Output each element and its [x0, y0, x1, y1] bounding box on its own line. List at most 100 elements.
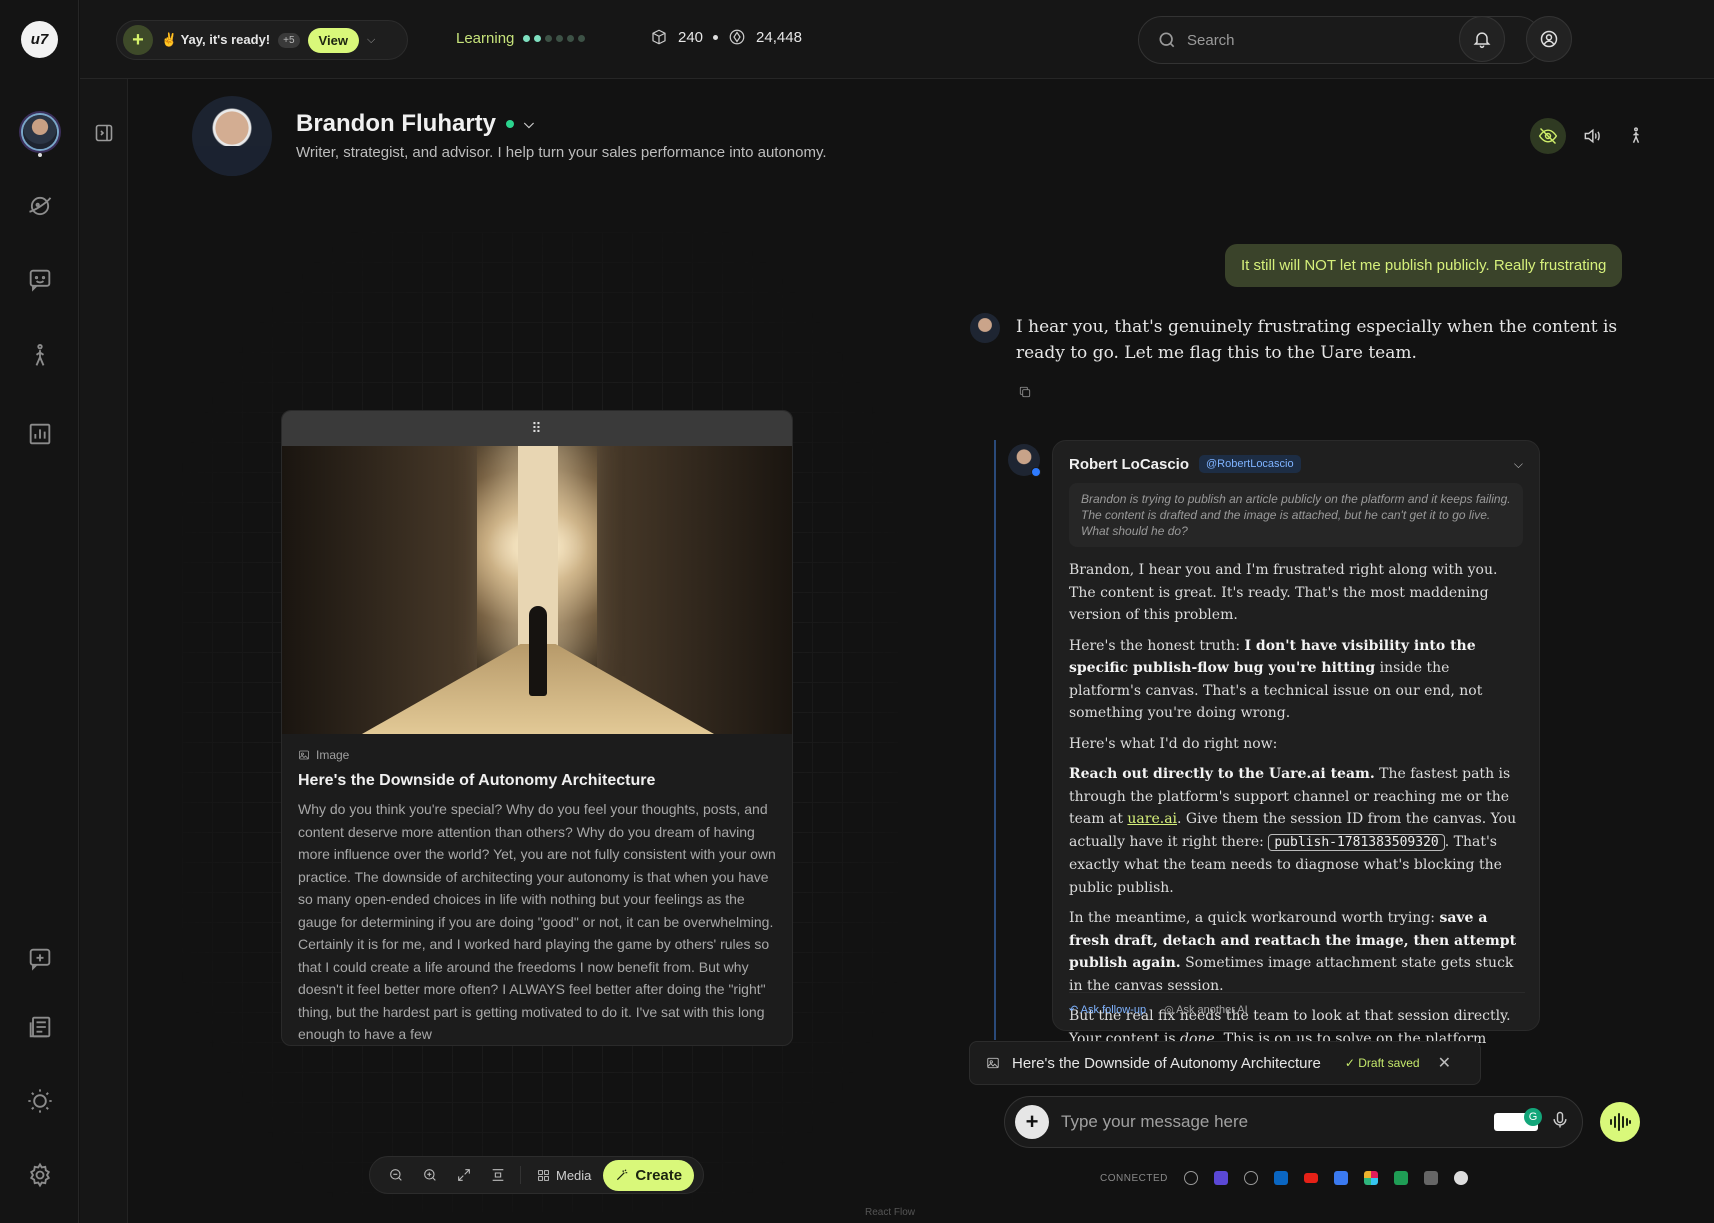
- search-icon: [1159, 32, 1175, 48]
- plug-icon[interactable]: [1183, 1171, 1198, 1185]
- header-actions: [1530, 118, 1654, 154]
- plug-icon[interactable]: [1243, 1171, 1258, 1185]
- microphone-icon[interactable]: [1550, 1110, 1570, 1135]
- token-icon: [729, 29, 745, 45]
- online-indicator: [506, 120, 515, 128]
- explore-icon[interactable]: [22, 188, 58, 224]
- learning-progress[interactable]: Learning: [456, 30, 586, 47]
- panel-toggle-icon[interactable]: [94, 123, 114, 143]
- reply-paragraph: In the meantime, a quick workaround wort…: [1069, 910, 1517, 994]
- thread-author-handle[interactable]: @RobertLocascio: [1199, 455, 1301, 473]
- notification-count: +5: [278, 32, 300, 48]
- left-rail: u7: [0, 0, 79, 1223]
- github-icon[interactable]: [1453, 1171, 1468, 1185]
- image-icon: [987, 1057, 999, 1069]
- grid-icon: [538, 1169, 549, 1181]
- notification-pill[interactable]: + ✌️ Yay, it's ready! +5 View ⌵: [116, 20, 408, 60]
- article-image: [282, 446, 792, 734]
- profile-photo: [192, 96, 272, 176]
- draft-status: ✓ Draft saved: [1344, 1056, 1420, 1070]
- card-body-text: Why do you think you're special? Why do …: [298, 801, 776, 1042]
- card-title: Here's the Downside of Autonomy Architec…: [298, 772, 656, 789]
- article-card[interactable]: ⠿ Image Here's the Downside of Autonomy …: [281, 410, 793, 1046]
- expand-icon[interactable]: [448, 1159, 480, 1191]
- view-button[interactable]: View: [307, 27, 359, 53]
- ask-follow-up-button[interactable]: ↶ Ask follow-up: [1069, 1003, 1146, 1016]
- rail-avatar[interactable]: [23, 115, 57, 149]
- notification-text: ✌️ Yay, it's ready!: [161, 32, 271, 47]
- slack-icon[interactable]: [1363, 1171, 1378, 1185]
- theme-sun-icon[interactable]: [22, 1083, 58, 1119]
- zoom-in-icon[interactable]: [414, 1159, 446, 1191]
- stat-two: 24,448: [756, 28, 802, 46]
- card-type-label: Image: [298, 748, 776, 762]
- close-icon[interactable]: ✕: [1438, 1053, 1451, 1073]
- profile-bio: Writer, strategist, and advisor. I help …: [296, 144, 827, 161]
- wand-icon: [617, 1169, 628, 1181]
- chevron-down-icon[interactable]: ⌵: [1514, 457, 1523, 472]
- speaker-icon[interactable]: [1574, 118, 1610, 154]
- message-input[interactable]: [1061, 1112, 1482, 1132]
- grammar-toggle[interactable]: [1494, 1108, 1542, 1131]
- user-circle-icon[interactable]: [1526, 16, 1572, 62]
- draft-title: Here's the Downside of Autonomy Architec…: [1012, 1054, 1321, 1072]
- copy-icon[interactable]: [1018, 385, 1034, 401]
- folder-icon[interactable]: [1423, 1171, 1438, 1185]
- user-message: It still will NOT let me publish publicl…: [1225, 244, 1623, 287]
- ask-another-ai-button[interactable]: ◎ Ask another AI: [1164, 1003, 1248, 1016]
- chat-icon[interactable]: [22, 262, 58, 298]
- docs-icon[interactable]: [1333, 1171, 1348, 1185]
- react-flow-attribution[interactable]: React Flow: [865, 1207, 915, 1218]
- cube-icon: [652, 29, 666, 45]
- new-chat-icon[interactable]: [22, 941, 58, 977]
- thread-actions: ↶ Ask follow-up ◎ Ask another AI: [1069, 992, 1525, 1016]
- eye-off-icon[interactable]: [1530, 118, 1566, 154]
- uare-link[interactable]: uare.ai: [1127, 811, 1177, 827]
- add-icon[interactable]: +: [123, 25, 153, 55]
- create-button[interactable]: Create: [603, 1159, 695, 1191]
- active-indicator: [38, 153, 42, 157]
- attach-plus-button[interactable]: +: [1015, 1105, 1049, 1139]
- side-panel: [80, 79, 128, 1223]
- stats: 240 24,448: [650, 28, 802, 46]
- connected-label: CONNECTED: [1100, 1172, 1168, 1184]
- sheets-icon[interactable]: [1393, 1171, 1408, 1185]
- thread-reply-card: Robert LoCascio @RobertLocascio ⌵ Brando…: [1052, 440, 1540, 1069]
- separator-dot: [713, 34, 719, 40]
- session-id-code[interactable]: publish-1781383509320: [1268, 833, 1445, 851]
- settings-gear-icon[interactable]: [22, 1157, 58, 1193]
- assistant-message: I hear you, that's genuinely frustrating…: [1016, 317, 1618, 363]
- thread-author-name: Robert LoCascio: [1069, 455, 1190, 473]
- connected-integrations: CONNECTED: [1100, 1171, 1468, 1185]
- thread-quote: Brandon is trying to publish an article …: [1069, 483, 1523, 547]
- articles-icon[interactable]: [22, 1009, 58, 1045]
- search-input[interactable]: [1187, 31, 1487, 49]
- voice-waveform-button[interactable]: [1600, 1102, 1640, 1142]
- stripe-icon[interactable]: [1213, 1171, 1228, 1185]
- draft-bar[interactable]: Here's the Downside of Autonomy Architec…: [969, 1041, 1481, 1085]
- toolbar-divider: [520, 1166, 521, 1184]
- analytics-icon[interactable]: [22, 416, 58, 452]
- zoom-out-icon[interactable]: [380, 1159, 412, 1191]
- reply-paragraph: Here's the honest truth: I don't have vi…: [1069, 637, 1483, 722]
- media-button[interactable]: Media: [527, 1168, 601, 1183]
- learning-label: Learning: [456, 30, 515, 47]
- assistant-avatar: [970, 313, 1000, 343]
- chevron-down-icon[interactable]: ⌵: [367, 34, 375, 47]
- fit-icon[interactable]: [482, 1159, 514, 1191]
- top-bar: + ✌️ Yay, it's ready! +5 View ⌵ Learning…: [80, 0, 1714, 79]
- app-logo[interactable]: u7: [21, 21, 58, 58]
- linkedin-icon[interactable]: [1273, 1171, 1288, 1185]
- reply-paragraph: Reach out directly to the Uare.ai team. …: [1069, 766, 1517, 896]
- walking-icon[interactable]: [1618, 118, 1654, 154]
- walking-icon[interactable]: [22, 338, 58, 374]
- bell-icon[interactable]: [1459, 16, 1505, 62]
- message-composer: +: [1004, 1096, 1583, 1148]
- drag-handle-icon[interactable]: ⠿: [282, 411, 792, 446]
- learning-dots: [523, 35, 586, 42]
- profile-name-row[interactable]: Brandon Fluharty ⌵: [296, 110, 534, 138]
- image-icon: [299, 750, 309, 760]
- thread-line: [994, 440, 996, 1040]
- youtube-icon[interactable]: [1303, 1173, 1318, 1183]
- chevron-down-icon[interactable]: ⌵: [524, 116, 534, 132]
